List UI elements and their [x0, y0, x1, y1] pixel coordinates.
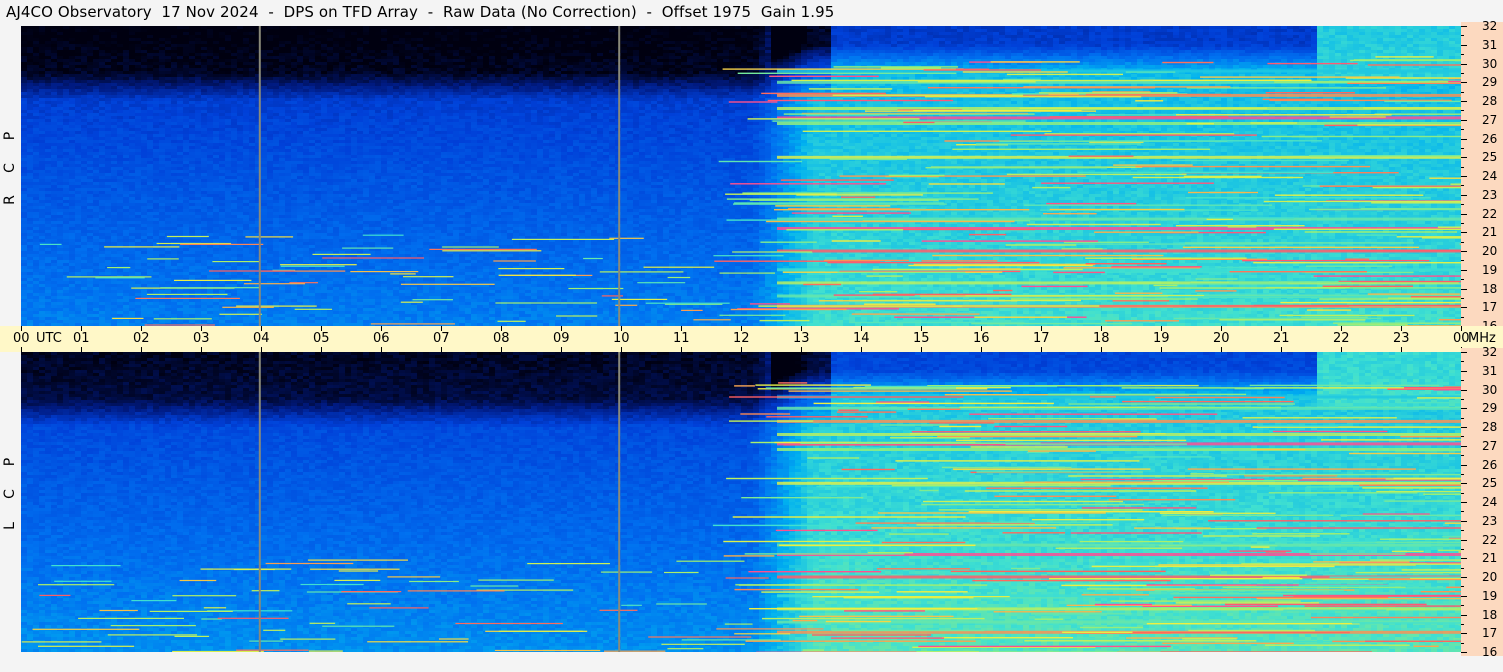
rcp-heatmap	[21, 26, 1461, 326]
chart-title: AJ4CO Observatory 17 Nov 2024 - DPS on T…	[6, 3, 834, 21]
rcp-panel-label: PCR	[2, 120, 18, 216]
rcp-spectrogram	[21, 26, 1461, 326]
lcp-panel-label: PCL	[2, 446, 18, 542]
